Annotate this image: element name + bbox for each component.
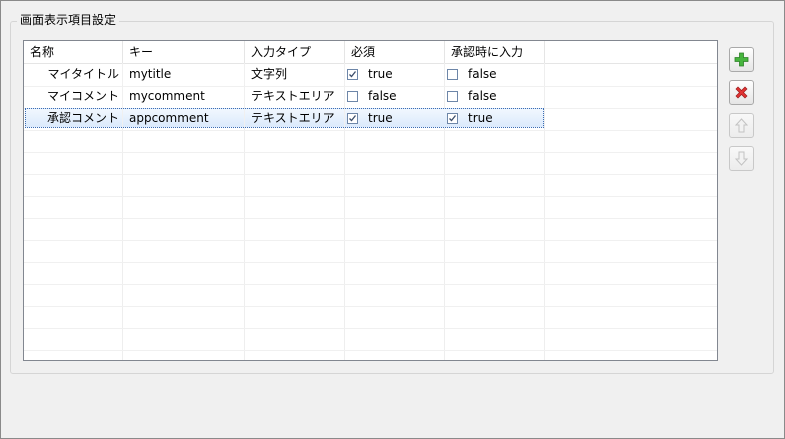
on-approval-checkbox[interactable] [447,69,458,80]
cell-name: マイタイトル [24,64,123,85]
table-row[interactable]: マイコメント mycomment テキストエリア false false [24,86,717,109]
move-up-button[interactable] [729,113,754,138]
required-checkbox[interactable] [347,91,358,102]
required-value: true [368,111,393,125]
column-header-key[interactable]: キー [123,41,245,63]
cell-input-type: テキストエリア [245,86,345,107]
empty-row [24,130,717,153]
empty-row [24,196,717,219]
cell-input-type: テキストエリア [245,108,345,129]
empty-row [24,218,717,241]
column-header-name[interactable]: 名称 [24,41,123,63]
empty-row [24,328,717,351]
required-checkbox[interactable] [347,113,358,124]
table-header: 名称 キー 入力タイプ 必須 承認時に入力 [24,41,717,64]
cell-name: マイコメント [24,86,123,107]
on-approval-value: false [468,67,497,81]
column-header-required[interactable]: 必須 [345,41,445,63]
empty-row [24,284,717,307]
empty-row [24,240,717,263]
empty-row [24,262,717,285]
on-approval-checkbox[interactable] [447,113,458,124]
on-approval-value: true [468,111,493,125]
cell-input-type: 文字列 [245,64,345,85]
group-title: 画面表示項目設定 [17,12,120,28]
table-row-selected[interactable]: 承認コメント appcomment テキストエリア true true [24,108,717,131]
empty-row [24,174,717,197]
delete-row-button[interactable] [729,80,754,105]
on-approval-value: false [468,89,497,103]
add-row-button[interactable] [729,47,754,72]
items-table[interactable]: 名称 キー 入力タイプ 必須 承認時に入力 マイタイトル mytitle 文字列… [23,40,718,361]
cell-key: mycomment [123,86,245,107]
table-row[interactable]: マイタイトル mytitle 文字列 true false [24,64,717,87]
cell-key: mytitle [123,64,245,85]
required-value: true [368,67,393,81]
cell-name: 承認コメント [24,108,123,129]
move-down-button[interactable] [729,146,754,171]
empty-row [24,152,717,175]
column-header-on-approval[interactable]: 承認時に入力 [445,41,545,63]
required-value: false [368,89,397,103]
empty-row [24,306,717,329]
cell-key: appcomment [123,108,245,129]
column-header-input-type[interactable]: 入力タイプ [245,41,345,63]
on-approval-checkbox[interactable] [447,91,458,102]
required-checkbox[interactable] [347,69,358,80]
